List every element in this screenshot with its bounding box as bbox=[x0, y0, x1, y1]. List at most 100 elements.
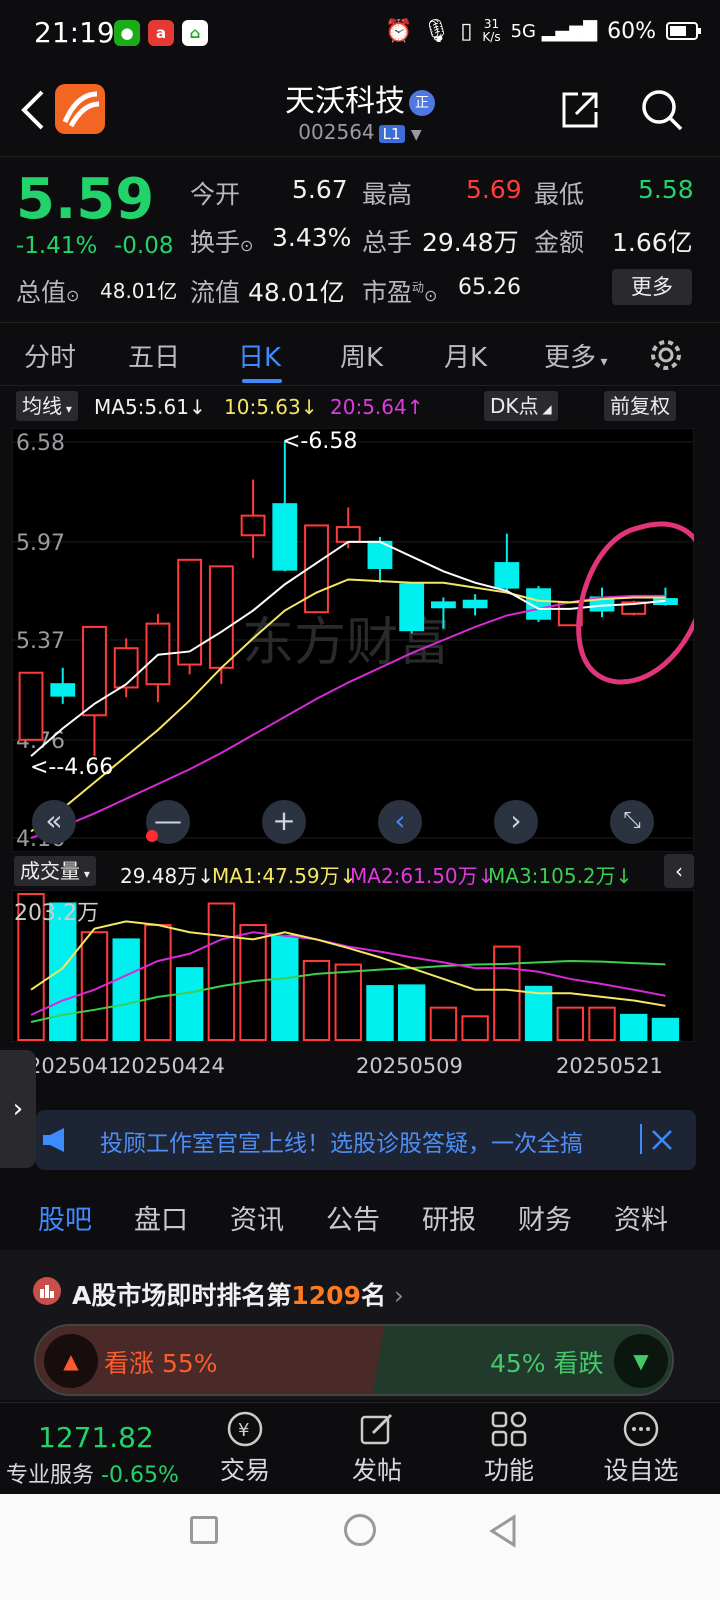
nav-functions[interactable]: 功能 bbox=[464, 1407, 554, 1487]
share-icon[interactable] bbox=[560, 90, 600, 130]
settings-gear-icon[interactable] bbox=[648, 337, 684, 373]
tab-monthly-k[interactable]: 月K bbox=[444, 337, 487, 374]
y-tick-label: 5.97 bbox=[16, 531, 65, 556]
market-cap-label: 总值⊙ bbox=[16, 278, 80, 307]
scroll-left-icon[interactable]: « bbox=[32, 800, 76, 844]
notice-banner[interactable]: 投顾工作室官宣上线！选股诊股答疑，一次全搞 bbox=[36, 1110, 696, 1170]
battery-icon bbox=[666, 22, 701, 40]
app-a-icon: a bbox=[148, 20, 174, 46]
tab-pankou[interactable]: 盘口 bbox=[134, 1198, 188, 1237]
open-label: 今开 bbox=[190, 180, 241, 209]
volume-bar bbox=[271, 934, 299, 1041]
tab-profile[interactable]: 资料 bbox=[614, 1198, 668, 1237]
tab-finance[interactable]: 财务 bbox=[518, 1198, 572, 1237]
tab-announcements[interactable]: 公告 bbox=[326, 1198, 380, 1237]
amount-value: 1.66亿 bbox=[612, 228, 693, 257]
status-bar: 21:19 ● a ⌂ ⏰ 🎙 ▯ 31 K/s 5G ▂▄▆█ 60% bbox=[0, 0, 720, 70]
pe-value: 65.26 bbox=[458, 275, 521, 300]
date-label: 20250509 bbox=[356, 1054, 463, 1078]
volume-bar bbox=[397, 984, 426, 1041]
bull-button[interactable]: ▲ bbox=[44, 1334, 98, 1388]
candle-body bbox=[335, 526, 361, 543]
date-axis: 20250418 20250424 20250509 20250521 bbox=[0, 1050, 720, 1080]
volume-value: 29.48万 bbox=[422, 228, 519, 257]
volume-indicator-button[interactable]: 成交量 ▾ bbox=[14, 856, 96, 886]
zoom-in-button[interactable]: + bbox=[262, 800, 306, 844]
close-icon[interactable] bbox=[650, 1128, 674, 1152]
bottom-nav: 1271.82 专业服务 -0.65% ¥ 交易 发帖 功能 设自选 bbox=[0, 1402, 720, 1494]
tab-news[interactable]: 资讯 bbox=[230, 1198, 284, 1237]
megaphone-icon bbox=[43, 1128, 64, 1152]
vol-ma2: MA2:61.50万↓ bbox=[350, 864, 495, 888]
sentiment-bar: ▲ 看涨 55% 45% 看跌 ▼ bbox=[34, 1324, 674, 1396]
side-drawer-handle[interactable]: › bbox=[0, 1050, 36, 1168]
volume-bar bbox=[620, 1013, 648, 1042]
candle-body bbox=[399, 583, 425, 632]
ma5-value: MA5:5.61↓ bbox=[94, 395, 206, 419]
nav-trade[interactable]: ¥ 交易 bbox=[200, 1407, 290, 1487]
fullscreen-icon[interactable]: ⤡ bbox=[610, 800, 654, 844]
candle-body bbox=[208, 565, 234, 669]
back-icon[interactable] bbox=[488, 1514, 518, 1548]
next-button[interactable]: › bbox=[494, 800, 538, 844]
tab-daily-k[interactable]: 日K bbox=[238, 337, 281, 374]
volume-bar bbox=[112, 938, 140, 1042]
tab-five-day[interactable]: 五日 bbox=[128, 337, 180, 374]
tab-guba[interactable]: 股吧 bbox=[38, 1198, 92, 1237]
tab-intraday[interactable]: 分时 bbox=[24, 337, 76, 374]
notice-text: 投顾工作室官宣上线！选股诊股答疑，一次全搞 bbox=[100, 1131, 583, 1157]
search-icon[interactable] bbox=[640, 88, 684, 132]
alarm-icon: ⏰ bbox=[384, 18, 413, 44]
bull-label: 看涨 55% bbox=[104, 1349, 218, 1378]
volume-bar bbox=[556, 1006, 584, 1041]
period-tabs: 分时 五日 日K 周K 月K 更多 ▾ bbox=[0, 322, 720, 386]
vibrate-icon: ▯ bbox=[460, 18, 473, 44]
home-icon[interactable] bbox=[344, 1514, 376, 1546]
volume-legend: 成交量 ▾ 29.48万↓ MA1:47.59万↓ MA2:61.50万↓ MA… bbox=[0, 854, 720, 888]
tab-weekly-k[interactable]: 周K bbox=[340, 337, 383, 374]
recent-apps-icon[interactable] bbox=[190, 1516, 218, 1544]
stock-code[interactable]: 002564 L1 ▼ bbox=[0, 120, 720, 144]
bear-button[interactable]: ▼ bbox=[614, 1334, 668, 1388]
tab-more[interactable]: 更多 ▾ bbox=[544, 337, 608, 374]
candle-body bbox=[430, 601, 456, 609]
svg-text:¥: ¥ bbox=[238, 1420, 249, 1441]
active-tab-indicator bbox=[242, 379, 282, 383]
ma-legend: 均线 ▾ MA5:5.61↓ 10:5.63↓ 20:5.64↑ DK点 ◢ 前… bbox=[0, 388, 720, 424]
kline-chart[interactable]: 东方财富 6.585.975.374.764.16 <-6.58 <--4.66 bbox=[12, 428, 694, 852]
system-nav-bar bbox=[0, 1494, 720, 1600]
date-label: 20250521 bbox=[556, 1054, 663, 1078]
candle-body bbox=[272, 503, 298, 571]
candle-body bbox=[113, 647, 139, 689]
high-value: 5.69 bbox=[466, 175, 522, 204]
ranking-text[interactable]: A股市场即时排名第1209名 › bbox=[72, 1276, 404, 1312]
prev-button[interactable]: ‹ bbox=[378, 800, 422, 844]
float-cap-label: 流值 bbox=[190, 278, 241, 307]
ranking-panel: A股市场即时排名第1209名 › ▲ 看涨 55% 45% 看跌 ▼ bbox=[0, 1250, 720, 1400]
float-cap-value: 48.01亿 bbox=[248, 278, 345, 307]
candle-body bbox=[494, 562, 520, 589]
tab-research[interactable]: 研报 bbox=[422, 1198, 476, 1237]
nav-add-watchlist[interactable]: 设自选 bbox=[596, 1407, 686, 1487]
ma20-value: 20:5.64↑ bbox=[330, 395, 424, 419]
pro-service-label[interactable]: 专业服务 -0.65% bbox=[6, 1457, 179, 1489]
low-marker: <--4.66 bbox=[30, 755, 113, 780]
collapse-panel-icon[interactable]: ‹ bbox=[664, 854, 694, 888]
section-tabs: 股吧 盘口 资讯 公告 研报 财务 资料 bbox=[0, 1186, 720, 1248]
more-button[interactable]: 更多 bbox=[612, 269, 692, 305]
index-value: 1271.82 bbox=[38, 1421, 154, 1454]
red-dot bbox=[146, 830, 158, 842]
candle-body bbox=[462, 599, 488, 609]
change-pct: -1.41% bbox=[16, 233, 98, 259]
dk-point-button[interactable]: DK点 ◢ bbox=[484, 391, 558, 421]
ma-toggle-button[interactable]: 均线 ▾ bbox=[16, 391, 78, 421]
battery-level: 60% bbox=[607, 18, 656, 44]
volume-bar bbox=[588, 1006, 616, 1041]
volume-chart[interactable]: 203.2万 bbox=[12, 890, 694, 1042]
nav-post[interactable]: 发帖 bbox=[332, 1407, 422, 1487]
adjust-button[interactable]: 前复权 bbox=[604, 391, 676, 421]
level-badge: L1 bbox=[378, 125, 405, 143]
more-dots-icon bbox=[623, 1411, 659, 1447]
volume-label: 总手 bbox=[362, 228, 413, 257]
candle-body bbox=[18, 671, 44, 741]
